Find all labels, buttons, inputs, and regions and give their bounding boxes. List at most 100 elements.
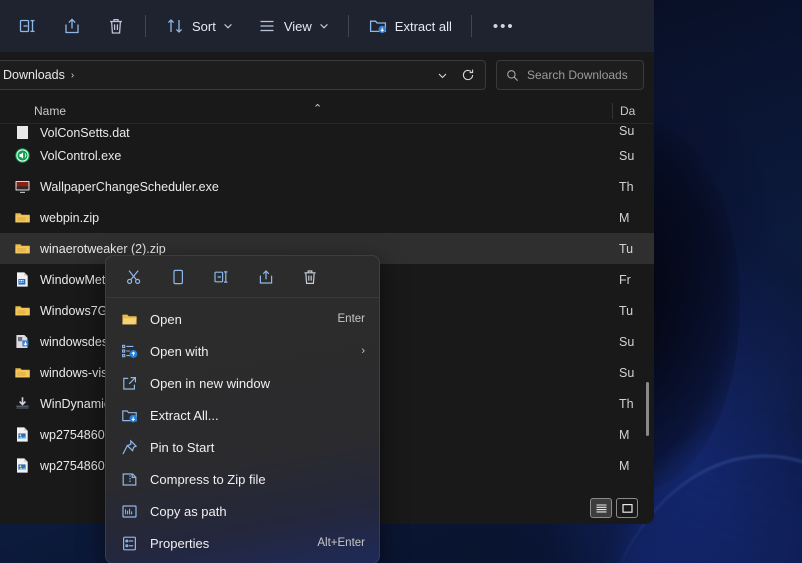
explorer-toolbar: Sort View Extract all ••• <box>0 0 654 52</box>
file-name: webpin.zip <box>40 210 100 225</box>
file-name-cell: VolConSetts.dat <box>14 124 612 140</box>
zip-folder-icon <box>15 213 30 223</box>
extract-all-icon <box>122 409 138 422</box>
chevron-right-icon: › <box>361 345 365 357</box>
view-label: View <box>283 18 312 34</box>
copy-button[interactable] <box>158 261 198 293</box>
breadcrumb-item-downloads[interactable]: Downloads <box>3 68 65 82</box>
context-menu-label: Copy as path <box>150 503 227 519</box>
download-app-icon <box>16 397 29 409</box>
toolbar-separator-1 <box>145 15 146 37</box>
refresh-button[interactable] <box>455 63 481 87</box>
table-row[interactable]: webpin.zip M <box>0 202 654 233</box>
copy-path-icon <box>122 504 137 518</box>
vertical-scrollbar-thumb[interactable] <box>646 382 649 436</box>
table-row[interactable]: VolConSetts.dat Su <box>0 124 654 140</box>
delete-button[interactable] <box>290 261 330 293</box>
file-date: Su <box>619 148 635 163</box>
context-menu-item-open-with[interactable]: Open with › <box>109 335 376 367</box>
new-window-icon <box>123 376 136 390</box>
large-icons-view-icon <box>621 503 633 513</box>
file-date: Tu <box>619 303 634 318</box>
share-button[interactable] <box>246 261 286 293</box>
extract-all-button[interactable]: Extract all <box>358 9 462 43</box>
delete-button[interactable] <box>96 9 136 43</box>
context-menu-label: Open with <box>150 343 209 359</box>
toolbar-separator-3 <box>470 15 472 37</box>
reg-file-icon <box>17 272 28 287</box>
folder-open-icon <box>122 314 137 324</box>
copy-icon <box>173 269 183 284</box>
file-date: M <box>619 210 630 225</box>
chevron-down-icon <box>438 73 446 78</box>
column-header-date[interactable]: Da <box>612 102 654 119</box>
table-row[interactable]: VolControl.exe Su <box>0 140 654 171</box>
volume-app-icon <box>15 148 30 163</box>
context-menu-label: Properties <box>150 535 210 551</box>
sort-label: Sort <box>192 18 216 34</box>
context-menu-item-open[interactable]: Open Enter <box>109 303 376 335</box>
address-row: Downloads › Search Downloads <box>0 52 654 98</box>
zip-folder-icon <box>15 306 30 316</box>
refresh-icon <box>462 69 474 81</box>
context-menu-accelerator: Enter <box>337 313 366 325</box>
cut-button[interactable] <box>114 261 154 293</box>
zip-folder-icon <box>15 368 30 378</box>
context-menu-item-extract-all[interactable]: Extract All... <box>109 399 376 431</box>
details-view-button[interactable] <box>590 498 612 518</box>
overflow-dots-icon: ••• <box>492 17 515 35</box>
chevron-down-icon <box>320 24 328 29</box>
context-menu-item-open-in-new-window[interactable]: Open in new window <box>109 367 376 399</box>
large-icons-view-button[interactable] <box>616 498 638 518</box>
image-file-icon <box>17 427 28 442</box>
search-input[interactable]: Search Downloads <box>496 60 644 90</box>
column-header-name[interactable]: Name <box>34 104 612 118</box>
file-name-cell: VolControl.exe <box>14 147 612 164</box>
extract-all-label: Extract all <box>394 18 452 34</box>
view-button[interactable]: View <box>247 9 339 43</box>
context-menu-label: Compress to Zip file <box>150 471 266 487</box>
file-name: VolControl.exe <box>40 148 122 163</box>
more-options-button[interactable]: ••• <box>481 9 527 43</box>
column-header-row: Name Da ⌃ <box>0 98 654 124</box>
file-date: Su <box>619 334 635 349</box>
installer-app-icon <box>16 335 29 348</box>
context-menu-item-compress-to-zip[interactable]: Compress to Zip file <box>109 463 376 495</box>
address-history-dropdown-button[interactable] <box>429 63 455 87</box>
file-name: WallpaperChangeScheduler.exe <box>40 179 219 194</box>
breadcrumb-chevron-icon: › <box>70 69 75 81</box>
file-date: Fr <box>619 272 631 287</box>
file-name-cell: webpin.zip <box>14 209 612 226</box>
context-menu[interactable]: Open Enter Open with › Open in new windo… <box>105 255 380 563</box>
file-date: Su <box>619 365 635 380</box>
zip-icon <box>122 472 137 486</box>
chevron-down-icon <box>224 24 232 29</box>
context-menu-item-pin-to-start[interactable]: Pin to Start <box>109 431 376 463</box>
context-menu-label: Open in new window <box>150 375 270 391</box>
file-date: Su <box>619 124 635 138</box>
file-date: Th <box>619 179 634 194</box>
context-menu-item-properties[interactable]: Properties Alt+Enter <box>109 527 376 559</box>
context-menu-quick-actions <box>106 256 379 298</box>
sort-button[interactable]: Sort <box>155 9 243 43</box>
image-file-icon <box>17 458 28 473</box>
context-menu-label: Pin to Start <box>150 439 215 455</box>
trash-icon <box>304 269 316 284</box>
zip-folder-icon <box>15 244 30 254</box>
toolbar-separator-2 <box>347 15 349 37</box>
rename-button[interactable] <box>202 261 242 293</box>
rename-button[interactable] <box>8 9 48 43</box>
address-bar[interactable]: Downloads › <box>0 60 486 90</box>
table-row[interactable]: WallpaperChangeScheduler.exe Th <box>0 171 654 202</box>
file-name: winaerotweaker (2).zip <box>40 241 166 256</box>
share-button[interactable] <box>52 9 92 43</box>
monitor-app-icon <box>15 181 30 193</box>
rename-icon <box>214 270 228 283</box>
generic-file-icon <box>17 126 28 139</box>
file-name-cell: WallpaperChangeScheduler.exe <box>14 178 612 195</box>
breadcrumb[interactable]: Downloads › <box>3 68 429 82</box>
details-view-icon <box>596 503 606 512</box>
scissors-icon <box>126 269 141 284</box>
share-icon <box>259 269 273 284</box>
context-menu-item-copy-as-path[interactable]: Copy as path <box>109 495 376 527</box>
